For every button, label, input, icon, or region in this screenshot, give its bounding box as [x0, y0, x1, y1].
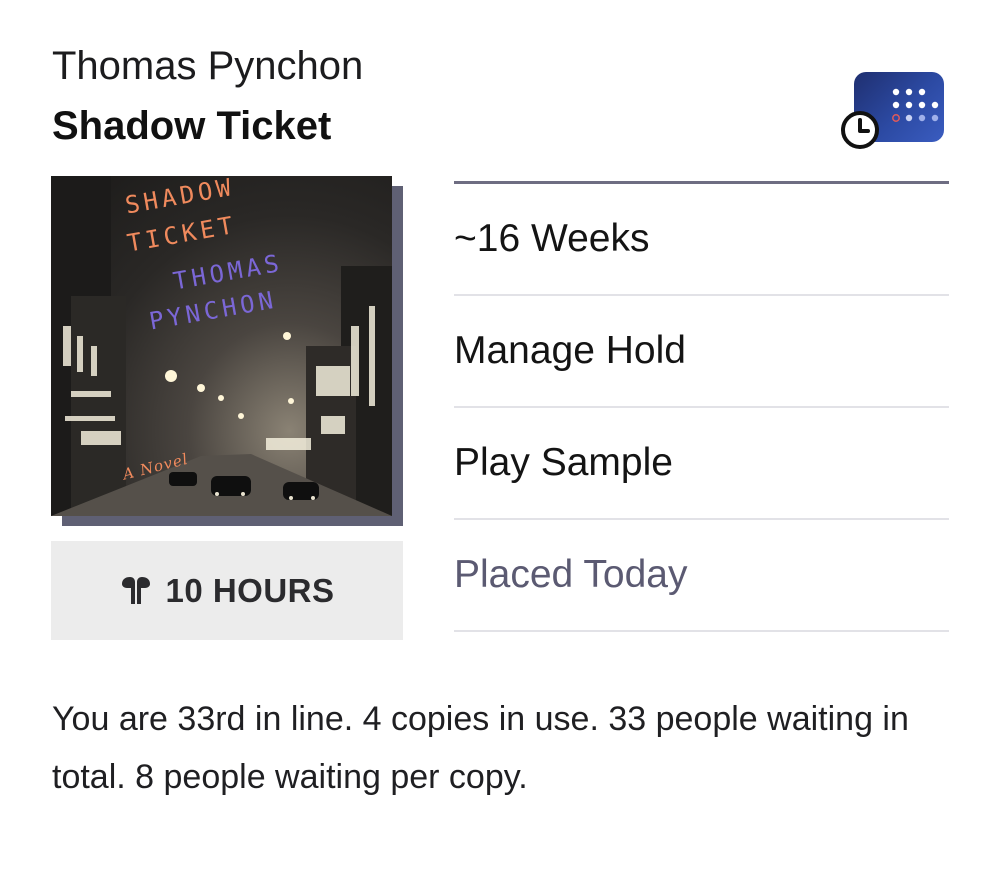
hold-queue-summary: You are 33rd in line. 4 copies in use. 3…	[52, 700, 909, 796]
placed-date-row: Placed Today	[454, 520, 949, 632]
manage-hold-label: Manage Hold	[454, 329, 686, 372]
placed-date: Placed Today	[454, 553, 688, 596]
wait-estimate: ~16 Weeks	[454, 217, 650, 260]
duration-label: 10 HOURS	[165, 571, 335, 609]
play-sample-button[interactable]: Play Sample	[454, 408, 949, 520]
hold-badge[interactable]	[840, 72, 944, 152]
cover-art: SHADOW TICKET THOMAS PYNCHON A Novel	[51, 176, 392, 516]
play-sample-label: Play Sample	[454, 441, 673, 484]
book-author: Thomas Pynchon	[52, 44, 364, 88]
duration-badge: 10 HOURS	[51, 541, 403, 640]
hold-clock-icon	[841, 111, 879, 149]
book-cover[interactable]: SHADOW TICKET THOMAS PYNCHON A Novel	[51, 176, 403, 526]
hold-actions: ~16 Weeks Manage Hold Play Sample Placed…	[454, 181, 949, 632]
book-title: Shadow Ticket	[52, 104, 332, 148]
headphones-icon	[122, 576, 151, 604]
manage-hold-button[interactable]: Manage Hold	[454, 296, 949, 408]
wait-estimate-row: ~16 Weeks	[454, 184, 949, 296]
